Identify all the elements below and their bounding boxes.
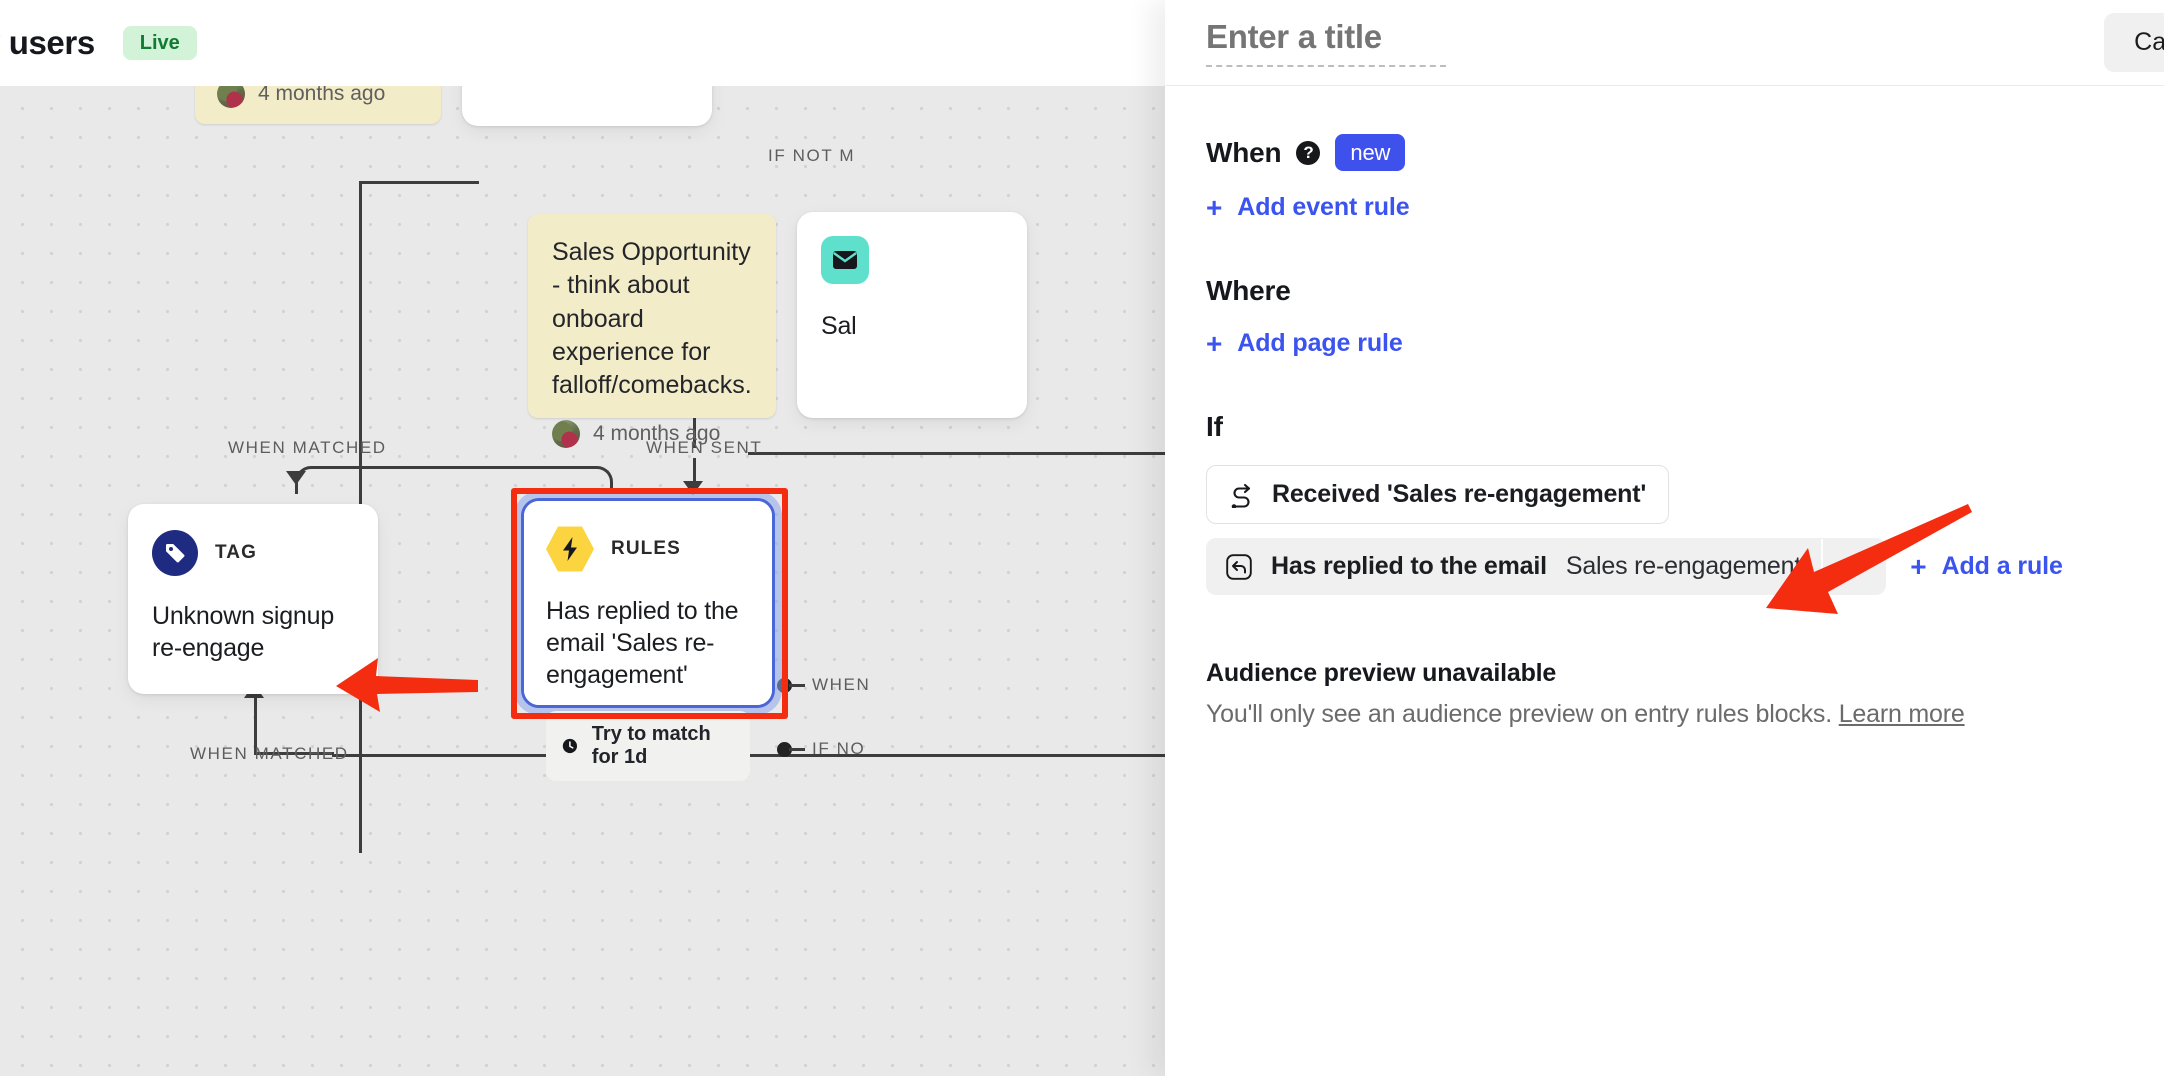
cancel-button[interactable]: Cancel	[2104, 13, 2164, 72]
tag-icon	[152, 530, 198, 576]
envelope-icon	[821, 236, 869, 284]
section-where-header: Where	[1206, 275, 2123, 307]
avatar	[552, 420, 580, 449]
question-mark-icon[interactable]: ?	[1296, 140, 1321, 165]
node-rules-title: Has replied to the email 'Sales re-engag…	[546, 597, 739, 689]
node-rules-kind: RULES	[611, 538, 681, 559]
node-email-title: Sal	[821, 312, 857, 340]
plus-icon: +	[1910, 550, 1927, 582]
node-email-head	[821, 236, 1003, 284]
plus-icon: +	[1206, 327, 1223, 359]
sticky-note-top-meta: 4 months ago	[217, 86, 385, 108]
app-root: v users Live IF NOT M WHEN MATCHED WH	[0, 0, 2164, 1076]
reply-arrow-icon	[1226, 554, 1252, 580]
audience-preview-text: You'll only see an audience preview on e…	[1206, 700, 1832, 729]
panel-body: When ? new + Add event rule Where + Add …	[1165, 86, 2164, 729]
flow-header: v users Live	[0, 0, 1165, 86]
title-input[interactable]	[1206, 18, 1446, 67]
section-when-label: When	[1206, 136, 1282, 168]
rules-side-panel: Cancel When ? new + Add event rule Where…	[1165, 0, 2164, 1076]
node-tag-kind: TAG	[215, 542, 257, 563]
sticky-note-meta: 4 months ago	[552, 420, 752, 449]
audience-preview-section: Audience preview unavailable You'll only…	[1206, 659, 2123, 729]
edge-corner-top	[359, 181, 479, 184]
sticky-note-sales-opportunity[interactable]: Sales Opportunity - think about onboard …	[528, 214, 776, 449]
rule-chip-received-label: Received 'Sales re-engagement'	[1272, 480, 1647, 509]
node-rules-footer[interactable]: Try to match for 1d	[546, 711, 750, 781]
edge-label-when-matched-mid: WHEN MATCHED	[228, 438, 387, 457]
node-rules-footer-label: Try to match for 1d	[591, 723, 711, 768]
edge-label-if-not-matched: IF NOT M	[768, 146, 856, 165]
edge-label-when-right: WHEN	[812, 675, 871, 694]
section-if-label: If	[1206, 411, 1223, 443]
workflow-shuffle-icon	[1231, 483, 1251, 508]
sticky-note-top-time: 4 months ago	[258, 86, 386, 105]
sticky-note-text: Sales Opportunity - think about onboard …	[552, 238, 752, 399]
clock-icon	[562, 738, 578, 754]
node-tag[interactable]: TAG Unknown signup re-engage	[128, 504, 378, 694]
edge-when-sent-tail	[748, 452, 1165, 455]
rule-chip-has-replied-label: Has replied to the email	[1271, 552, 1547, 581]
add-a-rule-label: Add a rule	[1941, 552, 2063, 581]
sticky-note-top[interactable]: 4 months ago	[195, 86, 441, 124]
plus-icon: +	[1206, 191, 1223, 223]
audience-preview-body: You'll only see an audience preview on e…	[1206, 700, 2123, 729]
section-when-header: When ? new	[1206, 134, 2123, 172]
node-rules-head: RULES	[546, 525, 750, 573]
node-card-top-partial[interactable]	[462, 86, 712, 126]
edge-label-when-matched-bottom: WHEN MATCHED	[190, 744, 349, 763]
rule-row-has-replied: Has replied to the email Sales re-engage…	[1206, 538, 2123, 596]
section-where-label: Where	[1206, 275, 1291, 307]
node-tag-title: Unknown signup re-engage	[152, 602, 335, 662]
node-rules[interactable]: RULES Has replied to the email 'Sales re…	[524, 501, 772, 781]
rule-chip-plus-button[interactable]: +	[1821, 538, 1886, 595]
flow-canvas[interactable]: IF NOT M WHEN MATCHED WHEN SENT WHEN IF …	[0, 86, 1165, 1076]
avatar	[217, 86, 245, 108]
add-page-rule-button[interactable]: + Add page rule	[1206, 329, 1403, 358]
section-if-header: If	[1206, 411, 2123, 443]
status-badge: Live	[122, 26, 197, 60]
learn-more-link[interactable]: Learn more	[1839, 700, 1965, 728]
page-title: v users	[0, 24, 95, 61]
rule-chip-has-replied-body: Has replied to the email Sales re-engage…	[1206, 538, 1821, 595]
add-a-rule-button[interactable]: + Add a rule	[1910, 552, 2063, 581]
node-tag-head: TAG	[152, 530, 354, 576]
arrowhead-to-tag	[286, 471, 306, 485]
arrowhead-to-rules	[683, 481, 703, 495]
add-event-rule-label: Add event rule	[1237, 193, 1410, 222]
new-badge: new	[1335, 134, 1406, 172]
rule-chip-has-replied[interactable]: Has replied to the email Sales re-engage…	[1206, 538, 1887, 596]
edge-port-when	[789, 684, 805, 687]
edge-label-if-not-right: IF NO	[812, 739, 866, 758]
audience-preview-heading: Audience preview unavailable	[1206, 659, 1557, 688]
panel-header: Cancel	[1165, 0, 2164, 86]
sticky-note-time: 4 months ago	[593, 422, 721, 446]
rule-chip-received[interactable]: Received 'Sales re-engagement'	[1206, 465, 1670, 525]
node-email-partial[interactable]: Sal	[797, 212, 1027, 418]
lightning-icon	[546, 526, 594, 572]
edge-bracket-left	[295, 466, 613, 494]
add-event-rule-button[interactable]: + Add event rule	[1206, 193, 1410, 222]
add-page-rule-label: Add page rule	[1237, 329, 1403, 358]
rule-chip-has-replied-value: Sales re-engagement	[1565, 552, 1802, 581]
edge-port-ifnot	[789, 748, 805, 751]
